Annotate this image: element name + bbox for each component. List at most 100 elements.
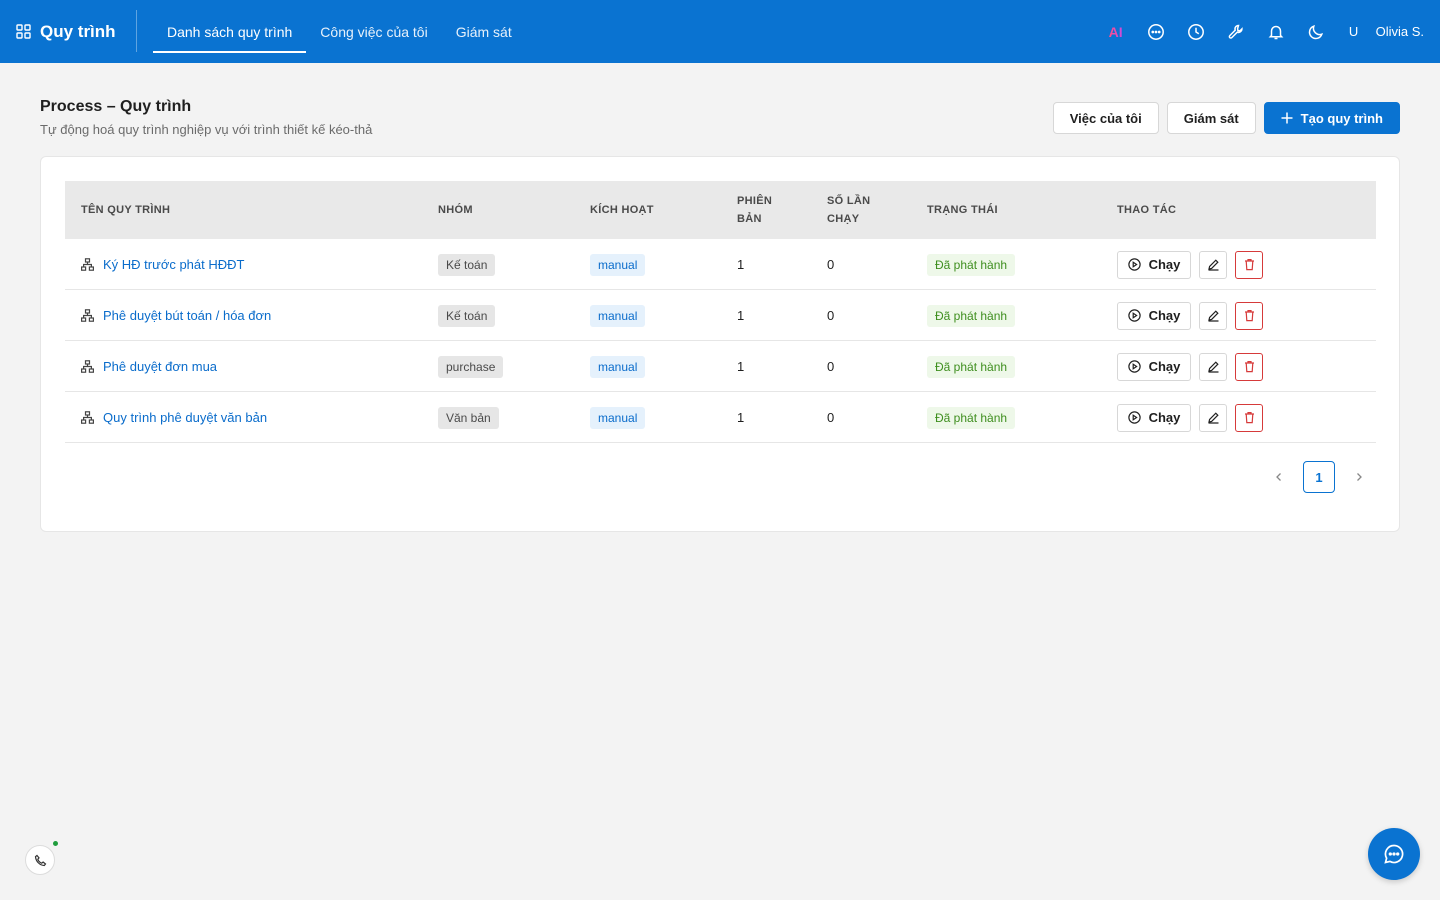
play-circle-icon [1127,411,1141,424]
apps-grid-icon[interactable] [16,24,31,39]
workflow-icon [81,360,94,373]
create-process-label: Tạo quy trình [1300,110,1383,126]
moon-icon [1307,23,1325,41]
status-badge: Đã phát hành [927,253,1016,276]
group-tag: purchase [438,355,504,378]
online-status-dot [53,841,58,846]
tools-icon [1227,23,1245,41]
avatar[interactable]: U [1336,24,1372,39]
version-value: 1 [737,308,745,323]
next-page-button[interactable] [1343,461,1375,493]
runs-value: 0 [827,257,835,272]
theme-toggle-button[interactable] [1296,12,1336,52]
chat-icon [1147,23,1165,41]
table-row: Phê duyệt đơn mua purchase manual 1 0 Đã… [65,341,1376,392]
chat-button[interactable] [1136,12,1176,52]
play-circle-icon [1127,309,1141,322]
runs-value: 0 [827,410,835,425]
top-bar: Quy trình Danh sách quy trình Công việc … [0,0,1440,63]
trash-icon [1243,258,1256,271]
table-row: Ký HĐ trước phát HĐĐT Kế toán manual 1 0… [65,239,1376,290]
tools-button[interactable] [1216,12,1256,52]
history-icon [1187,23,1205,41]
edit-button[interactable] [1199,301,1227,330]
status-badge: Đã phát hành [927,406,1016,429]
tab-process-list[interactable]: Danh sách quy trình [153,0,307,63]
header-version: PHIÊN BẢN [737,181,772,239]
ai-label: AI [1108,23,1123,40]
chevron-left-icon [1274,472,1284,482]
run-label: Chạy [1148,359,1181,374]
header-divider [136,10,137,52]
delete-button[interactable] [1235,301,1263,330]
prev-page-button[interactable] [1263,461,1295,493]
edit-button[interactable] [1199,403,1227,432]
run-button[interactable]: Chạy [1117,301,1191,330]
version-value: 1 [737,257,745,272]
run-button[interactable]: Chạy [1117,250,1191,279]
process-name: Phê duyệt bút toán / hóa đơn [103,308,272,323]
pencil-icon [1207,411,1220,424]
tab-monitor[interactable]: Giám sát [442,0,526,63]
page-subtitle: Tự động hoá quy trình nghiệp vụ với trìn… [40,122,373,137]
run-button[interactable]: Chạy [1117,352,1191,381]
runs-value: 0 [827,308,835,323]
ai-button[interactable]: AI [1096,12,1136,52]
process-name: Ký HĐ trước phát HĐĐT [103,257,245,272]
workflow-icon [81,411,94,424]
trigger-tag: manual [590,355,646,378]
my-tasks-button[interactable]: Việc của tôi [1052,102,1159,134]
phone-icon [34,854,47,867]
edit-button[interactable] [1199,352,1227,381]
monitor-button[interactable]: Giám sát [1166,102,1256,134]
page-number-current[interactable]: 1 [1303,461,1335,493]
play-circle-icon [1127,360,1141,373]
header-actions: THAO TÁC [1117,204,1177,216]
edit-button[interactable] [1199,250,1227,279]
run-label: Chạy [1148,410,1181,425]
brand[interactable]: Quy trình [16,0,116,63]
process-name-link[interactable]: Phê duyệt đơn mua [81,359,217,374]
process-name-link[interactable]: Quy trình phê duyệt văn bản [81,410,267,425]
create-process-button[interactable]: Tạo quy trình [1263,102,1400,134]
trash-icon [1243,411,1256,424]
call-button[interactable] [25,845,55,875]
run-button[interactable]: Chạy [1117,403,1191,432]
pencil-icon [1207,258,1220,271]
version-value: 1 [737,410,745,425]
header-trigger: KÍCH HOẠT [590,204,654,216]
user-name[interactable]: Olivia S. [1376,24,1424,39]
page-title: Process – Quy trình [40,98,192,115]
header-version-line2: BẢN [737,213,762,225]
trigger-tag: manual [590,253,646,276]
trash-icon [1243,309,1256,322]
trigger-tag: manual [590,304,646,327]
status-badge: Đã phát hành [927,355,1016,378]
process-name: Phê duyệt đơn mua [103,359,218,374]
process-table: TÊN QUY TRÌNH NHÓM KÍCH HOẠT PHIÊN BẢN S… [65,181,1376,443]
header-runs-line1: SỐ LẦN [827,195,871,207]
run-label: Chạy [1148,257,1181,272]
app-title: Quy trình [40,21,116,41]
delete-button[interactable] [1235,352,1263,381]
delete-button[interactable] [1235,403,1263,432]
run-label: Chạy [1148,308,1181,323]
process-name: Quy trình phê duyệt văn bản [103,410,268,425]
trash-icon [1243,360,1256,373]
header-tools: AI U Olivia S. [1096,0,1424,63]
bell-icon [1267,23,1285,41]
tab-my-tasks[interactable]: Công việc của tôi [306,0,441,63]
notifications-button[interactable] [1256,12,1296,52]
header-status: TRẠNG THÁI [927,204,998,216]
pencil-icon [1207,360,1220,373]
history-button[interactable] [1176,12,1216,52]
group-tag: Kế toán [438,253,496,276]
process-name-link[interactable]: Ký HĐ trước phát HĐĐT [81,257,244,272]
header-name: TÊN QUY TRÌNH [81,204,171,216]
process-name-link[interactable]: Phê duyệt bút toán / hóa đơn [81,308,271,323]
table-row: Phê duyệt bút toán / hóa đơn Kế toán man… [65,290,1376,341]
plus-icon [1281,112,1293,124]
play-circle-icon [1127,258,1141,271]
delete-button[interactable] [1235,250,1263,279]
chat-fab-button[interactable] [1368,828,1420,880]
